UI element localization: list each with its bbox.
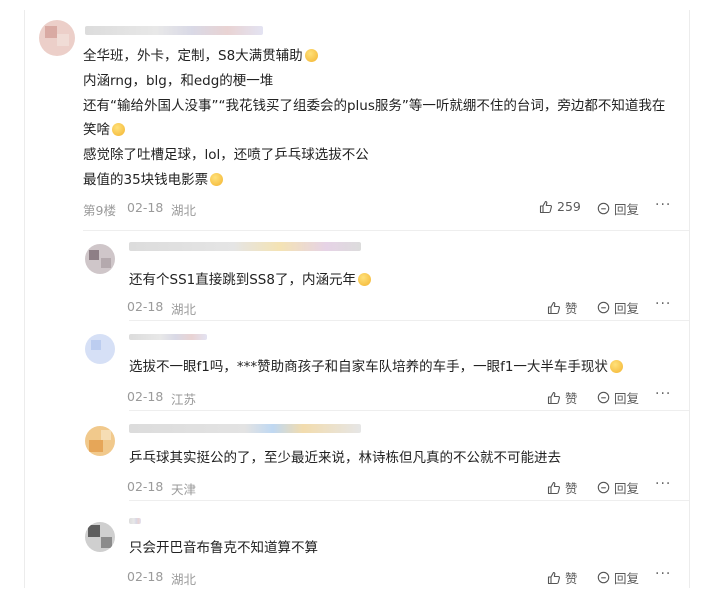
like-label: 赞 bbox=[565, 571, 578, 586]
more-dots-icon[interactable]: ··· bbox=[655, 476, 671, 492]
reply-comment: 选拔不一眼f1吗，***赞助商孩子和自家车队培养的车手，一眼f1一大半车手现状 … bbox=[83, 324, 689, 410]
reply-label: 回复 bbox=[614, 571, 640, 586]
reply-label: 回复 bbox=[614, 202, 640, 217]
comment-location: 湖北 bbox=[171, 572, 197, 587]
comment-text: 选拔不一眼f1吗，***赞助商孩子和自家车队培养的车手，一眼f1一大半车手现状 bbox=[129, 359, 608, 375]
reply-button[interactable]: 回复 bbox=[597, 199, 639, 218]
thumbs-up-icon bbox=[539, 200, 552, 213]
reply-button[interactable]: 回复 bbox=[597, 388, 639, 407]
comment-bubble-icon bbox=[597, 202, 610, 215]
thumbs-up-icon bbox=[547, 391, 560, 404]
comment-location: 江苏 bbox=[171, 392, 197, 407]
reply-label: 回复 bbox=[614, 391, 640, 406]
reply-comment: 只会开巴音布鲁克不知道算不算 02-18 湖北 赞 回复 ··· bbox=[83, 504, 689, 588]
comment-line: 笑啥 bbox=[83, 120, 125, 140]
avatar[interactable] bbox=[85, 426, 115, 456]
comment-location: 湖北 bbox=[171, 302, 197, 317]
username[interactable] bbox=[85, 26, 263, 35]
thumbs-up-icon bbox=[547, 301, 560, 314]
avatar[interactable] bbox=[85, 334, 115, 364]
avatar[interactable] bbox=[85, 244, 115, 274]
comment-date: 02-18 bbox=[127, 389, 164, 404]
reply-button[interactable]: 回复 bbox=[597, 478, 639, 497]
divider bbox=[129, 500, 689, 501]
comment-date: 02-18 bbox=[127, 569, 164, 584]
comment-line: 乒乓球其实挺公的了，至少最近来说，林诗栋但凡真的不公就不可能进去 bbox=[129, 450, 561, 466]
comment-location: 天津 bbox=[171, 482, 197, 497]
comment-line: 只会开巴音布鲁克不知道算不算 bbox=[129, 540, 318, 556]
emoji-face-icon bbox=[357, 273, 371, 286]
comment-line: 全华班，外卡，定制，S8大满贯辅助 bbox=[83, 46, 318, 66]
like-label: 赞 bbox=[565, 481, 578, 496]
avatar[interactable] bbox=[39, 20, 75, 56]
like-button[interactable]: 259 bbox=[539, 199, 581, 214]
more-dots-icon[interactable]: ··· bbox=[655, 386, 671, 402]
comment-thread: 全华班，外卡，定制，S8大满贯辅助 内涵rng，blg，和edg的梗一堆 还有“… bbox=[24, 10, 690, 588]
comment-bubble-icon bbox=[597, 571, 610, 584]
reply-comment: 乒乓球其实挺公的了，至少最近来说，林诗栋但凡真的不公就不可能进去 02-18 天… bbox=[83, 414, 689, 500]
comment-text: 最值的35块钱电影票 bbox=[83, 172, 209, 188]
more-dots-icon[interactable]: ··· bbox=[655, 197, 671, 213]
comment-text: 笑啥 bbox=[83, 122, 110, 138]
divider bbox=[83, 230, 689, 231]
emoji-face-icon bbox=[304, 49, 318, 62]
avatar[interactable] bbox=[85, 522, 115, 552]
username[interactable] bbox=[129, 242, 361, 251]
reply-label: 回复 bbox=[614, 301, 640, 316]
like-button[interactable]: 赞 bbox=[547, 298, 578, 317]
comment-date: 02-18 bbox=[127, 479, 164, 494]
like-button[interactable]: 赞 bbox=[547, 388, 578, 407]
reply-button[interactable]: 回复 bbox=[597, 298, 639, 317]
comment-line: 还有“输给外国人没事”“我花钱买了组委会的plus服务”等一听就绷不住的台词，旁… bbox=[83, 98, 666, 114]
emoji-face-icon bbox=[210, 173, 224, 186]
like-count: 259 bbox=[557, 199, 581, 214]
thumbs-up-icon bbox=[547, 571, 560, 584]
like-label: 赞 bbox=[565, 301, 578, 316]
like-label: 赞 bbox=[565, 391, 578, 406]
reply-button[interactable]: 回复 bbox=[597, 568, 639, 587]
main-comment: 全华班，外卡，定制，S8大满贯辅助 内涵rng，blg，和edg的梗一堆 还有“… bbox=[25, 10, 689, 228]
divider bbox=[129, 410, 689, 411]
reply-label: 回复 bbox=[614, 481, 640, 496]
comment-line: 最值的35块钱电影票 bbox=[83, 170, 224, 190]
username[interactable] bbox=[129, 518, 141, 524]
comment-text: 全华班，外卡，定制，S8大满贯辅助 bbox=[83, 48, 303, 64]
comment-date: 02-18 bbox=[127, 299, 164, 314]
floor-number: 第9楼 bbox=[83, 203, 116, 218]
reply-comment: 还有个SS1直接跳到SS8了，内涵元年 02-18 湖北 赞 回复 ··· bbox=[83, 234, 689, 320]
comment-bubble-icon bbox=[597, 391, 610, 404]
emoji-face-icon bbox=[112, 123, 125, 136]
comment-location: 湖北 bbox=[171, 203, 197, 218]
like-button[interactable]: 赞 bbox=[547, 478, 578, 497]
comment-text: 还有个SS1直接跳到SS8了，内涵元年 bbox=[129, 272, 356, 288]
emoji-face-icon bbox=[609, 360, 623, 373]
comment-date: 02-18 bbox=[127, 200, 164, 215]
comment-line: 感觉除了吐槽足球，lol，还喷了乒乓球选拔不公 bbox=[83, 147, 369, 163]
comment-line: 还有个SS1直接跳到SS8了，内涵元年 bbox=[129, 270, 371, 290]
thumbs-up-icon bbox=[547, 481, 560, 494]
comment-line: 内涵rng，blg，和edg的梗一堆 bbox=[83, 73, 274, 89]
divider bbox=[129, 320, 689, 321]
comment-bubble-icon bbox=[597, 301, 610, 314]
more-dots-icon[interactable]: ··· bbox=[655, 296, 671, 312]
comment-line: 选拔不一眼f1吗，***赞助商孩子和自家车队培养的车手，一眼f1一大半车手现状 bbox=[129, 357, 623, 377]
username[interactable] bbox=[129, 424, 361, 433]
more-dots-icon[interactable]: ··· bbox=[655, 566, 671, 582]
like-button[interactable]: 赞 bbox=[547, 568, 578, 587]
username[interactable] bbox=[129, 334, 207, 340]
comment-bubble-icon bbox=[597, 481, 610, 494]
